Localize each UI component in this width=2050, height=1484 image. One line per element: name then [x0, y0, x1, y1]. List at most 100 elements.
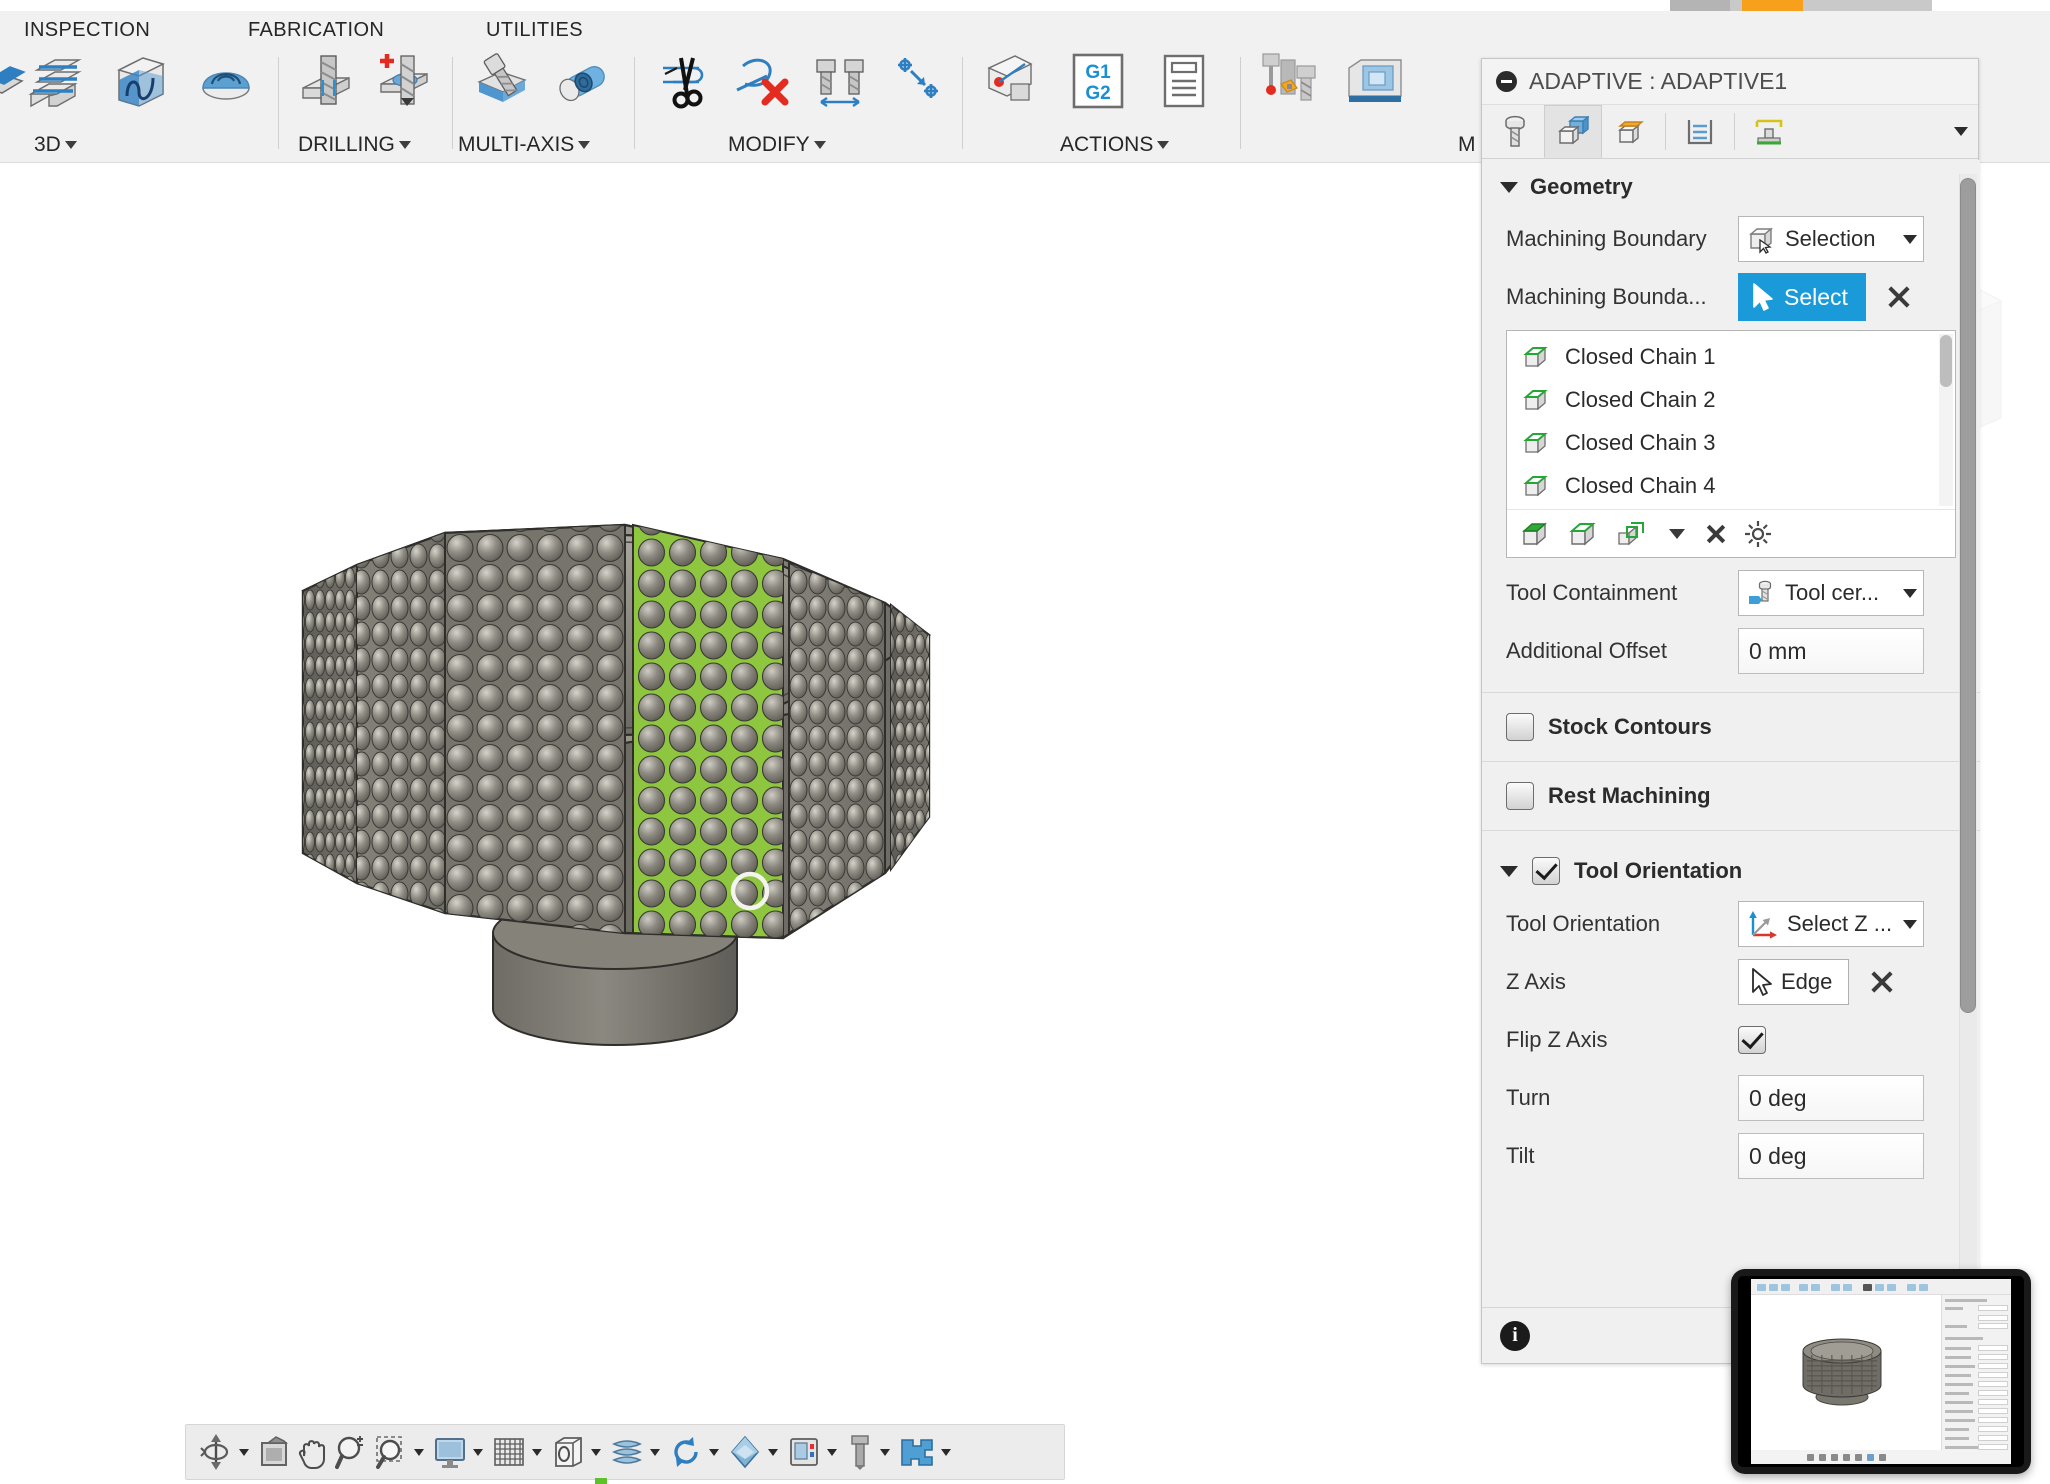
ribbon-button-simulate[interactable] — [1254, 45, 1326, 117]
chevron-down-icon[interactable] — [1903, 919, 1917, 929]
chevron-down-icon[interactable] — [473, 1448, 483, 1456]
rest-machining-checkbox[interactable] — [1506, 782, 1534, 810]
clear-z-axis-icon[interactable] — [1865, 965, 1899, 999]
tool-orientation-checkbox[interactable] — [1532, 857, 1560, 885]
info-icon[interactable]: i — [1500, 1320, 1530, 1351]
dialog-title-bar[interactable]: ADAPTIVE : ADAPTIVE1 — [1482, 59, 1978, 105]
chevron-down-icon[interactable] — [239, 1448, 249, 1456]
remove-chain-icon[interactable] — [1703, 521, 1729, 547]
select-button[interactable]: Select — [1738, 273, 1866, 321]
ribbon-button-drill[interactable] — [292, 45, 364, 117]
section-header-geometry[interactable]: Geometry — [1482, 160, 1980, 210]
collapse-triangle-icon[interactable] — [1500, 865, 1518, 877]
chevron-down-icon[interactable] — [1157, 141, 1170, 149]
zoom-icon[interactable] — [331, 1428, 371, 1476]
viewports-icon[interactable] — [548, 1428, 588, 1476]
list-item[interactable]: Closed Chain 1 — [1507, 335, 1955, 378]
multi-chain-icon[interactable] — [1617, 519, 1651, 549]
pan-icon[interactable] — [293, 1428, 331, 1476]
chevron-down-icon[interactable] — [880, 1448, 890, 1456]
ribbon-button-delete-toolpath[interactable] — [726, 45, 798, 117]
look-at-icon[interactable] — [255, 1428, 293, 1476]
chevron-down-icon[interactable] — [414, 1448, 424, 1456]
ribbon-button-transform[interactable] — [882, 45, 954, 117]
chevron-down-icon[interactable] — [1669, 528, 1685, 539]
add-face-icon[interactable] — [1521, 519, 1555, 549]
adaptive-settings-dialog[interactable]: ADAPTIVE : ADAPTIVE1 Geometry Machining … — [1481, 58, 1980, 1364]
video-progress-played[interactable] — [1742, 0, 1803, 11]
combo-tool-containment[interactable]: Tool cer... — [1738, 570, 1924, 616]
machine-icon[interactable] — [784, 1428, 824, 1476]
ribbon-button-setup-sheet[interactable] — [1148, 45, 1220, 117]
list-item[interactable]: Closed Chain 3 — [1507, 421, 1955, 464]
ribbon-group-label-multiaxis[interactable]: MULTI-AXIS — [458, 133, 591, 157]
tab-geometry[interactable] — [1544, 105, 1602, 158]
z-axis-select-button[interactable]: Edge — [1738, 959, 1850, 1005]
row-stock-contours[interactable]: Stock Contours — [1482, 705, 1980, 749]
chevron-down-icon[interactable] — [591, 1448, 601, 1456]
ribbon-button-morphed-spiral-3d[interactable] — [190, 45, 262, 117]
row-rest-machining[interactable]: Rest Machining — [1482, 774, 1980, 818]
tab-passes[interactable] — [1671, 105, 1729, 158]
collapse-triangle-icon[interactable] — [1500, 181, 1518, 193]
clear-selection-icon[interactable] — [1882, 280, 1916, 314]
ribbon-button-trim-toolpath[interactable] — [648, 45, 720, 117]
chevron-down-icon[interactable] — [578, 141, 591, 149]
tab-overflow-caret-icon[interactable] — [1954, 127, 1968, 136]
tab-heights[interactable] — [1602, 105, 1660, 158]
ribbon-button-bore-add[interactable] — [370, 45, 442, 117]
ribbon-group-label-actions[interactable]: ACTIONS — [1060, 133, 1170, 157]
grid-snaps-icon[interactable] — [489, 1428, 529, 1476]
additional-offset-input[interactable]: 0 mm — [1738, 628, 1924, 674]
section-header-tool-orientation[interactable]: Tool Orientation — [1482, 843, 1980, 895]
tool-library-icon[interactable] — [843, 1428, 877, 1476]
chevron-down-icon[interactable] — [768, 1448, 778, 1456]
ribbon-group-label-drilling[interactable]: DRILLING — [298, 133, 411, 157]
chevron-down-icon[interactable] — [398, 141, 411, 149]
stock-visibility-icon[interactable] — [607, 1428, 647, 1476]
list-item[interactable]: Closed Chain 4 — [1507, 464, 1955, 507]
ribbon-group-label-machine[interactable]: M — [1458, 133, 1476, 157]
dialog-scrollbar-thumb[interactable] — [1960, 178, 1976, 1013]
ribbon-group-label-3d[interactable]: 3D — [34, 133, 77, 157]
ribbon-button-probe-wcs[interactable] — [976, 45, 1048, 117]
chevron-down-icon[interactable] — [650, 1448, 660, 1456]
ribbon-button-tool-change[interactable] — [804, 45, 876, 117]
gear-icon[interactable] — [1743, 519, 1773, 549]
view-navigation-toolbar[interactable] — [185, 1424, 1065, 1480]
chevron-down-icon[interactable] — [709, 1448, 719, 1456]
knurled-knob-model[interactable] — [295, 413, 935, 1093]
chevron-down-icon[interactable] — [941, 1448, 951, 1456]
dialog-tab-strip[interactable] — [1482, 105, 1978, 159]
flip-z-axis-checkbox[interactable] — [1738, 1026, 1766, 1054]
ribbon-button-machine-simulation[interactable] — [1340, 45, 1412, 117]
tilt-input[interactable]: 0 deg — [1738, 1133, 1924, 1179]
turn-input[interactable]: 0 deg — [1738, 1075, 1924, 1121]
chain-list-scroll-thumb[interactable] — [1940, 335, 1952, 387]
chevron-down-icon[interactable] — [813, 141, 826, 149]
stock-contours-checkbox[interactable] — [1506, 713, 1534, 741]
simulation-icon[interactable] — [896, 1428, 938, 1476]
picture-in-picture-preview[interactable] — [1731, 1269, 2031, 1474]
collapse-icon[interactable] — [1496, 71, 1517, 92]
ribbon-button-parallel-3d[interactable] — [18, 45, 90, 117]
ribbon-group-label-modify[interactable]: MODIFY — [728, 133, 826, 157]
ribbon-button-rotary[interactable] — [548, 45, 620, 117]
refresh-icon[interactable] — [666, 1428, 706, 1476]
tab-tool[interactable] — [1486, 105, 1544, 158]
chevron-down-icon[interactable] — [1903, 588, 1917, 598]
display-settings-icon[interactable] — [430, 1428, 470, 1476]
chevron-down-icon[interactable] — [64, 141, 77, 149]
ribbon-button-g1g2[interactable]: G1 G2 — [1062, 45, 1134, 117]
chain-list-box[interactable]: Closed Chain 1 Closed Chain 2 Closed Cha… — [1506, 330, 1956, 558]
chain-list-toolbar[interactable] — [1507, 509, 1955, 557]
appearance-icon[interactable] — [725, 1428, 765, 1476]
chevron-down-icon[interactable] — [827, 1448, 837, 1456]
chevron-down-icon[interactable] — [532, 1448, 542, 1456]
list-item[interactable]: Closed Chain 2 — [1507, 378, 1955, 421]
tab-linking[interactable] — [1740, 105, 1798, 158]
select-edge-icon[interactable] — [1569, 519, 1603, 549]
ribbon-button-scallop-3d[interactable] — [104, 45, 176, 117]
chevron-down-icon[interactable] — [1903, 234, 1917, 244]
zoom-window-icon[interactable] — [371, 1428, 411, 1476]
